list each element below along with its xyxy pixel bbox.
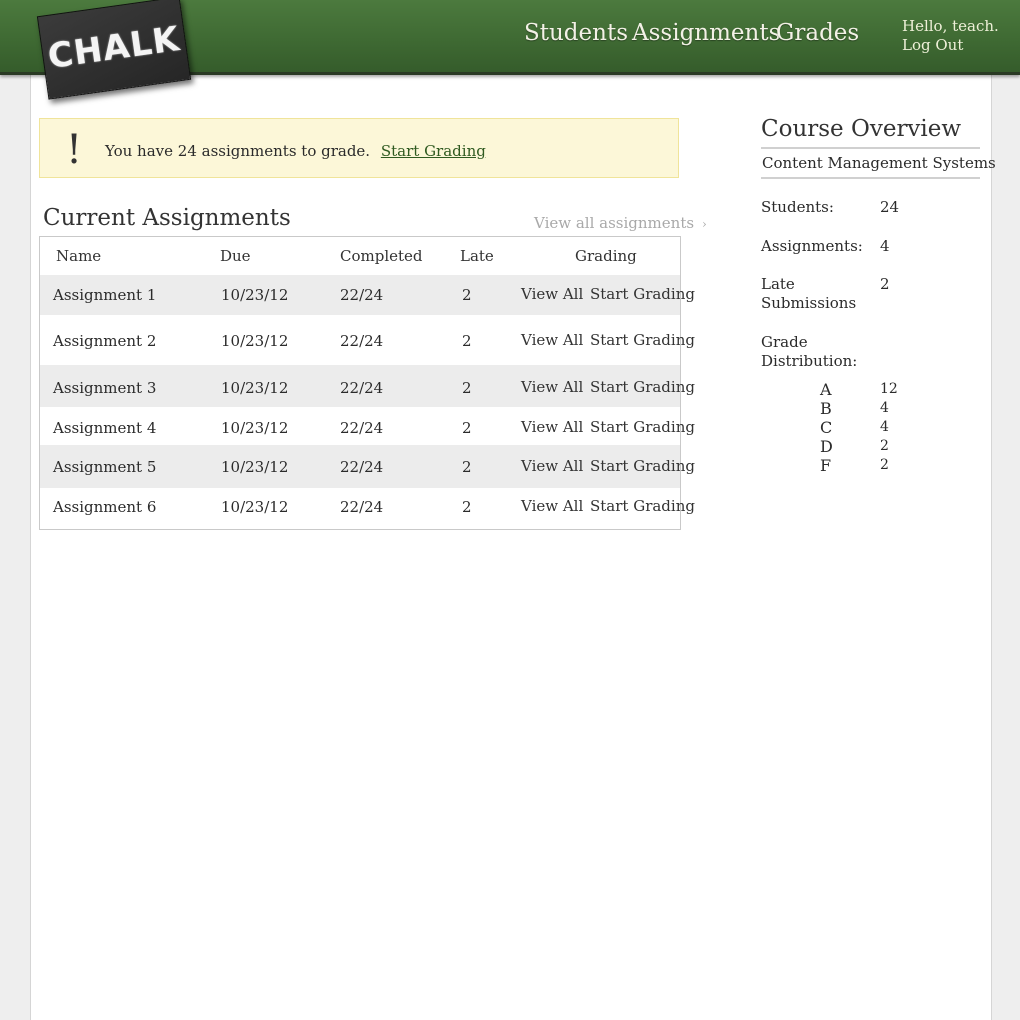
due-date: 10/23/12	[221, 286, 289, 304]
grade-letter-d: D	[820, 437, 833, 456]
grade-letter-a: A	[820, 380, 832, 399]
assignment-name[interactable]: Assignment 2	[53, 332, 156, 350]
column-header-late: Late	[460, 247, 494, 265]
start-grading-button[interactable]: Start Grading	[590, 497, 695, 515]
stat-value-assignments: 4	[880, 237, 890, 255]
table-header: Name Due Completed Late Grading	[40, 237, 680, 275]
table-row: Assignment 1 10/23/12 22/24 2 View All S…	[40, 275, 695, 315]
column-header-completed: Completed	[340, 247, 423, 265]
nav-students[interactable]: Students	[524, 20, 628, 46]
section-title: Current Assignments	[43, 205, 291, 231]
start-grading-button[interactable]: Start Grading	[590, 457, 695, 475]
grade-count-f: 2	[880, 457, 889, 473]
logo-text: CHALK	[45, 18, 183, 78]
nav-grades[interactable]: Grades	[776, 20, 859, 46]
column-header-name: Name	[56, 247, 102, 265]
alert-text: You have 24 assignments to grade.	[105, 142, 371, 160]
exclamation-icon: !	[66, 127, 83, 173]
table-row: Assignment 3 10/23/12 22/24 2 View All S…	[40, 365, 695, 407]
table-row: Assignment 5 10/23/12 22/24 2 View All S…	[40, 445, 695, 488]
late-count: 2	[462, 379, 472, 397]
view-all-button[interactable]: View All	[521, 331, 583, 349]
start-grading-button[interactable]: Start Grading	[590, 418, 695, 436]
view-all-button[interactable]: View All	[521, 497, 583, 515]
assignment-name[interactable]: Assignment 4	[53, 419, 156, 437]
late-count: 2	[462, 498, 472, 516]
due-date: 10/23/12	[221, 458, 289, 476]
view-all-button[interactable]: View All	[521, 378, 583, 396]
stat-label-assignments: Assignments:	[761, 237, 863, 255]
chevron-right-icon: ›	[702, 217, 707, 231]
assignment-name[interactable]: Assignment 5	[53, 458, 156, 476]
completed-count: 22/24	[340, 498, 384, 516]
start-grading-button[interactable]: Start Grading	[590, 285, 695, 303]
table-row: Assignment 4 10/23/12 22/24 2 View All S…	[40, 407, 695, 445]
nav-assignments[interactable]: Assignments	[632, 20, 780, 46]
start-grading-button[interactable]: Start Grading	[590, 378, 695, 396]
late-count: 2	[462, 419, 472, 437]
stat-label-late-submissions: Late Submissions	[761, 275, 857, 312]
stat-value-students: 24	[880, 198, 900, 216]
grading-alert: ! You have 24 assignments to grade. Star…	[39, 118, 679, 178]
assignment-name[interactable]: Assignment 6	[53, 498, 156, 516]
column-header-due: Due	[220, 247, 251, 265]
due-date: 10/23/12	[221, 498, 289, 516]
grade-count-c: 4	[880, 419, 889, 435]
stat-label-grade-distribution: Grade Distribution:	[761, 333, 858, 370]
late-count: 2	[462, 286, 472, 304]
completed-count: 22/24	[340, 379, 384, 397]
logout-link[interactable]: Log Out	[902, 36, 999, 55]
table-row: Assignment 6 10/23/12 22/24 2 View All S…	[40, 488, 695, 529]
completed-count: 22/24	[340, 286, 384, 304]
grade-count-a: 12	[880, 381, 898, 397]
start-grading-link[interactable]: Start Grading	[381, 142, 486, 160]
view-all-button[interactable]: View All	[521, 418, 583, 436]
view-all-assignments-link[interactable]: View all assignments ›	[534, 214, 707, 232]
assignment-name[interactable]: Assignment 1	[53, 286, 156, 304]
view-all-button[interactable]: View All	[521, 285, 583, 303]
assignment-name[interactable]: Assignment 3	[53, 379, 156, 397]
completed-count: 22/24	[340, 332, 384, 350]
divider	[761, 147, 980, 149]
course-name: Content Management Systems	[762, 154, 996, 172]
divider	[761, 177, 980, 179]
stat-value-late-submissions: 2	[880, 275, 890, 293]
table-row: Assignment 2 10/23/12 22/24 2 View All S…	[40, 315, 695, 365]
late-count: 2	[462, 332, 472, 350]
due-date: 10/23/12	[221, 379, 289, 397]
completed-count: 22/24	[340, 458, 384, 476]
start-grading-button[interactable]: Start Grading	[590, 331, 695, 349]
grade-count-b: 4	[880, 400, 889, 416]
grade-letter-b: B	[820, 399, 832, 418]
grade-letter-c: C	[820, 418, 833, 437]
late-count: 2	[462, 458, 472, 476]
column-header-grading: Grading	[575, 247, 637, 265]
alert-message: You have 24 assignments to grade. Start …	[105, 142, 486, 160]
assignments-table: Name Due Completed Late Grading Assignme…	[39, 236, 695, 530]
grade-count-d: 2	[880, 438, 889, 454]
grade-letter-f: F	[820, 456, 832, 475]
course-overview-title: Course Overview	[761, 116, 962, 142]
due-date: 10/23/12	[221, 419, 289, 437]
greeting-text: Hello, teach.	[902, 17, 999, 35]
completed-count: 22/24	[340, 419, 384, 437]
view-all-button[interactable]: View All	[521, 457, 583, 475]
view-all-label: View all assignments	[534, 214, 695, 232]
due-date: 10/23/12	[221, 332, 289, 350]
stat-label-students: Students:	[761, 198, 834, 216]
user-menu: Hello, teach. Log Out	[902, 17, 999, 55]
